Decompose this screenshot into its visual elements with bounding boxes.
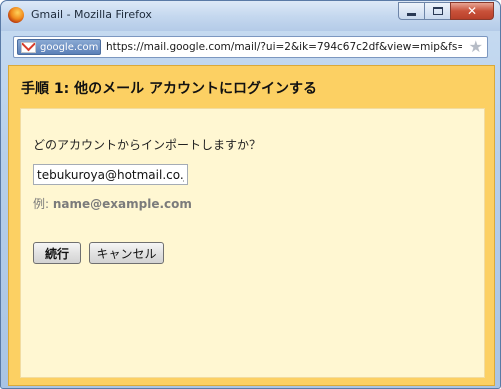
import-panel: どのアカウントからインポートしますか？ 例: name@example.com … — [20, 108, 485, 378]
site-identity-label: google.com — [40, 41, 99, 53]
close-icon: ✕ — [466, 4, 478, 18]
bookmark-star-icon[interactable]: ★ — [469, 38, 483, 56]
maximize-icon — [432, 7, 443, 15]
account-question: どのアカウントからインポートしますか？ — [33, 138, 262, 152]
firefox-icon — [8, 7, 24, 23]
url-text[interactable]: https://mail.google.com/mail/?ui=2&ik=79… — [106, 41, 462, 53]
page-title: 手順 1: 他のメール アカウントにログインする — [21, 81, 317, 97]
minimize-icon — [407, 12, 416, 16]
site-identity-button[interactable]: google.com — [17, 39, 101, 55]
close-button[interactable]: ✕ — [450, 2, 494, 20]
example-prefix: 例: — [33, 197, 53, 211]
example-email: name@example.com — [52, 197, 192, 211]
example-hint: 例: name@example.com — [33, 195, 192, 212]
window-controls: ✕ — [398, 2, 494, 20]
title-bar: Gmail - Mozilla Firefox ✕ — [1, 1, 500, 31]
gmail-icon — [21, 41, 36, 53]
window-title: Gmail - Mozilla Firefox — [31, 8, 152, 21]
email-input[interactable] — [33, 164, 188, 185]
browser-window: Gmail - Mozilla Firefox ✕ google.com htt… — [0, 0, 501, 389]
continue-button[interactable]: 続行 — [33, 242, 81, 264]
page-content: 手順 1: 他のメール アカウントにログインする どのアカウントからインポートし… — [8, 65, 495, 386]
minimize-button[interactable] — [398, 2, 425, 20]
address-bar[interactable]: google.com https://mail.google.com/mail/… — [13, 36, 488, 58]
maximize-button[interactable] — [424, 2, 451, 20]
cancel-button[interactable]: キャンセル — [89, 242, 164, 264]
